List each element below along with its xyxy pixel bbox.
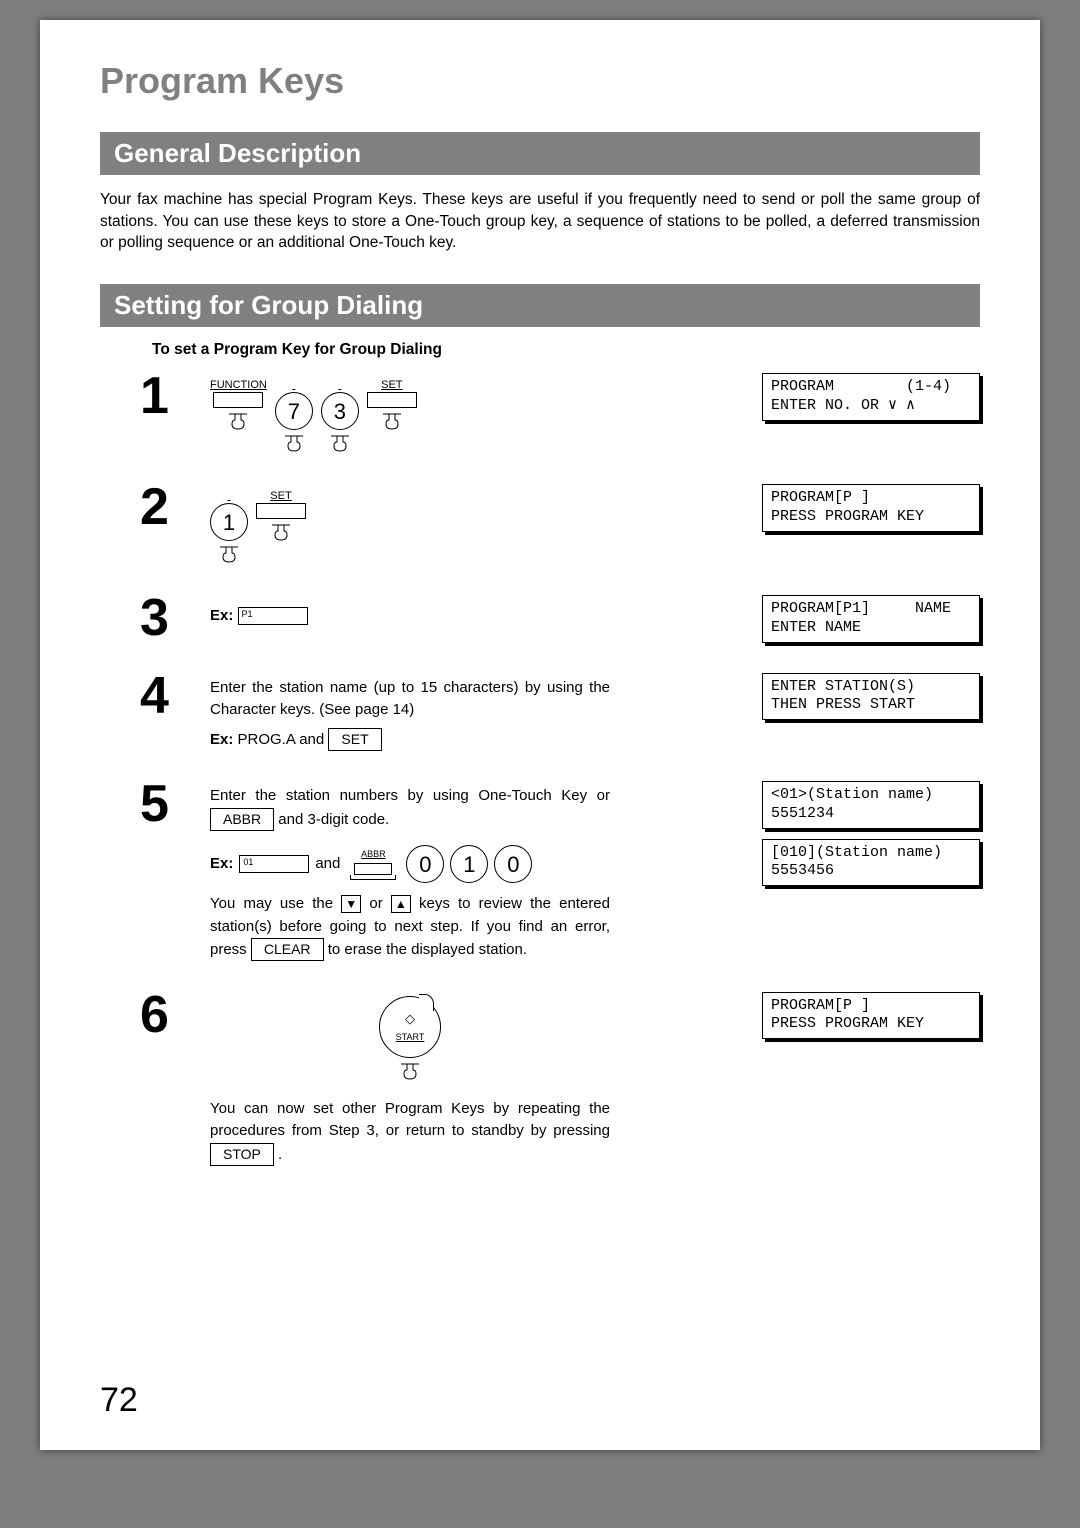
key-sequence-2: 1 SET <box>210 488 610 565</box>
set-key-label: SET <box>381 377 402 390</box>
start-key: ◇ START <box>210 996 610 1082</box>
section-general-description: General Description <box>100 132 980 175</box>
start-label: START <box>396 1031 425 1045</box>
set-key-label: SET <box>270 488 291 501</box>
lcd-display: ENTER STATION(S) THEN PRESS START <box>762 673 980 721</box>
press-icon <box>397 1062 423 1082</box>
set-key <box>256 503 306 519</box>
lcd-display: PROGRAM[P ] PRESS PROGRAM KEY <box>762 992 980 1040</box>
press-icon <box>216 545 242 565</box>
step-number: 2 <box>140 484 196 531</box>
step5-review-a: You may use the <box>210 895 341 912</box>
example-field-p1: P1 <box>238 607 308 625</box>
step-5: 5 Enter the station numbers by using One… <box>140 781 980 962</box>
step5-review-b: or <box>361 895 391 912</box>
step-number: 5 <box>140 781 196 828</box>
step-number: 3 <box>140 595 196 642</box>
step-6: 6 ◇ START You can now set other Program … <box>140 992 980 1167</box>
digit-key-7: 7 <box>275 392 313 430</box>
lcd-display: PROGRAM (1-4) ENTER NO. OR ∨ ∧ <box>762 373 980 421</box>
set-key-inline: SET <box>328 728 381 751</box>
function-key <box>213 392 263 408</box>
step-1: 1 FUNCTION 7 3 <box>140 373 980 454</box>
step4-text: Enter the station name (up to 15 charact… <box>210 677 610 722</box>
abbr-key-inline: ABBR <box>210 808 274 831</box>
step-number: 6 <box>140 992 196 1039</box>
step-2: 2 1 SET PROGRAM[P ] PRESS PROGRA <box>140 484 980 565</box>
key-sequence-1: FUNCTION 7 3 SET <box>210 377 610 454</box>
step6-text: You can now set other Program Keys by re… <box>210 1100 610 1140</box>
press-icon <box>268 523 294 543</box>
press-icon <box>327 434 353 454</box>
step-number: 4 <box>140 673 196 720</box>
stop-key-inline: STOP <box>210 1143 274 1166</box>
lcd-display: <01>(Station name) 5551234 <box>762 781 980 829</box>
set-key <box>367 392 417 408</box>
page-title: Program Keys <box>100 60 980 102</box>
digit-key-1: 1 <box>450 845 488 883</box>
ex-prefix: Ex: <box>210 731 238 748</box>
step-3: 3 Ex: P1 PROGRAM[P1] NAME ENTER NAME <box>140 595 980 643</box>
press-icon <box>225 412 251 432</box>
lcd-display: [010](Station name) 5553456 <box>762 839 980 887</box>
up-arrow-key: ▲ <box>391 895 411 913</box>
group-dialing-subhead: To set a Program Key for Group Dialing <box>152 341 980 359</box>
step5-text-a: Enter the station numbers by using One-T… <box>210 787 610 804</box>
diamond-icon: ◇ <box>405 1009 415 1029</box>
ex-label: Ex: <box>210 607 233 624</box>
lcd-display: PROGRAM[P ] PRESS PROGRAM KEY <box>762 484 980 532</box>
section-group-dialing: Setting for Group Dialing <box>100 284 980 327</box>
step-4: 4 Enter the station name (up to 15 chara… <box>140 673 980 752</box>
press-icon <box>281 434 307 454</box>
function-key-label: FUNCTION <box>210 377 267 390</box>
period: . <box>274 1146 282 1163</box>
digit-key-0b: 0 <box>494 845 532 883</box>
digit-key-3: 3 <box>321 392 359 430</box>
press-icon <box>379 412 405 432</box>
abbr-key-graphic: ABBR <box>350 848 396 880</box>
example-field-01: 01 <box>239 855 309 873</box>
manual-page: Program Keys General Description Your fa… <box>40 20 1040 1450</box>
down-arrow-key: ▼ <box>341 895 361 913</box>
lcd-display: PROGRAM[P1] NAME ENTER NAME <box>762 595 980 643</box>
and-text: and <box>315 853 340 876</box>
step-number: 1 <box>140 373 196 420</box>
digit-key-0: 0 <box>406 845 444 883</box>
clear-key-inline: CLEAR <box>251 938 324 961</box>
general-description-text: Your fax machine has special Program Key… <box>100 189 980 254</box>
step5-text-b: and 3-digit code. <box>274 811 389 828</box>
ex-value: PROG.A and <box>238 731 329 748</box>
digit-key-1: 1 <box>210 503 248 541</box>
page-number: 72 <box>100 1381 138 1420</box>
step5-review-d: to erase the displayed station. <box>324 941 527 958</box>
ex-label: Ex: <box>210 853 233 876</box>
